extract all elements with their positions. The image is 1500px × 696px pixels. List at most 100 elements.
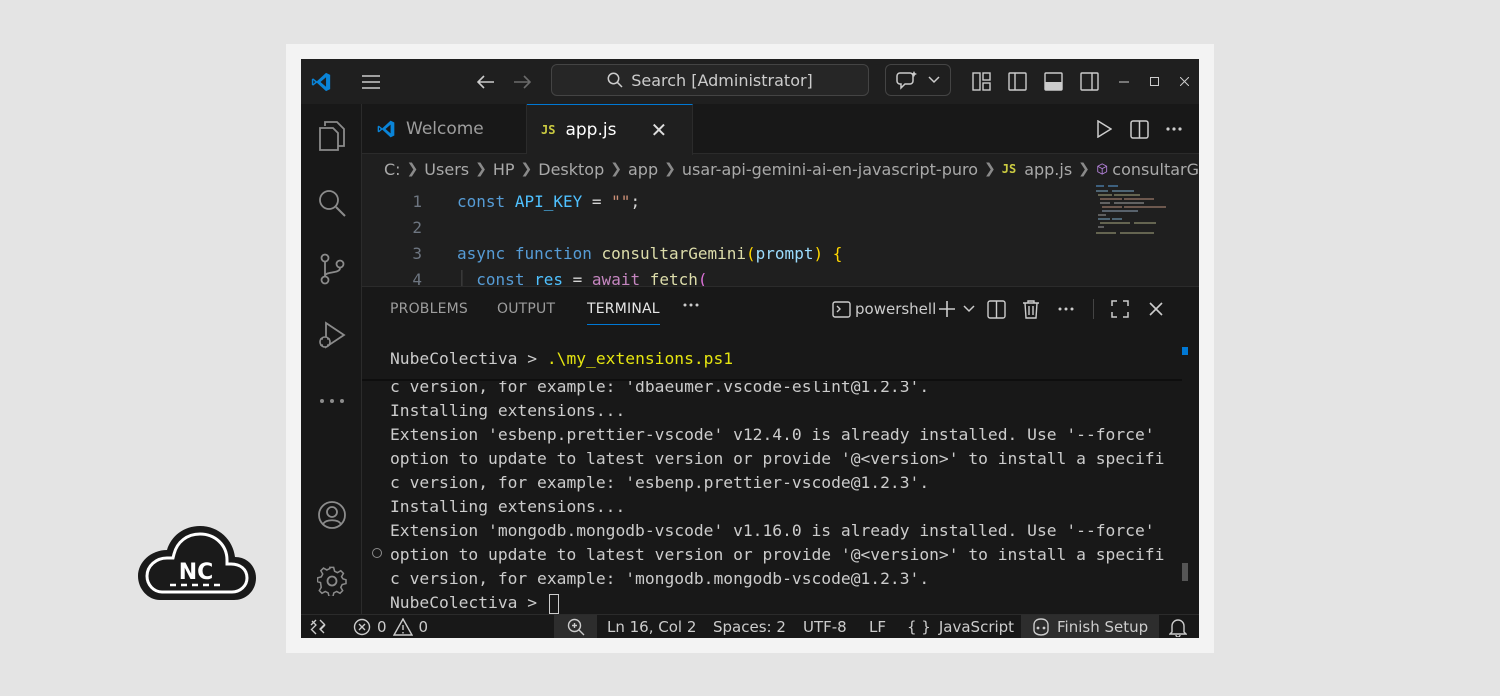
minimize-icon[interactable] — [1115, 59, 1133, 104]
code-editor[interactable]: 1 const API_KEY = ""; 2 3 async function… — [362, 184, 1199, 286]
terminal-scroll-marker — [1182, 347, 1188, 355]
forward-arrow-icon[interactable] — [509, 59, 535, 104]
source-control-icon[interactable] — [301, 244, 362, 294]
line-number: 1 — [412, 191, 422, 211]
breadcrumb-item[interactable]: C: — [384, 160, 401, 179]
terminal-icon — [827, 287, 855, 331]
javascript-file-icon: JS — [1001, 162, 1017, 176]
language-label: JavaScript — [938, 618, 1015, 636]
run-icon[interactable] — [1096, 120, 1113, 138]
chevron-down-icon — [928, 76, 940, 84]
cursor-position[interactable]: Ln 16, Col 2 — [607, 615, 696, 638]
code-line: 2 — [362, 214, 1092, 240]
vscode-window: Search [Administrator] Welcome JS app.js… — [301, 59, 1199, 638]
breadcrumb-item[interactable]: HP — [493, 160, 515, 179]
command-decoration-icon[interactable] — [372, 548, 382, 558]
settings-gear-icon[interactable] — [301, 556, 362, 606]
nubecolectiva-logo-icon: NC — [138, 526, 256, 600]
run-and-debug-icon[interactable] — [301, 310, 362, 360]
menu-icon[interactable] — [357, 59, 385, 104]
more-views-icon[interactable] — [301, 376, 362, 426]
zoom-icon[interactable] — [554, 615, 597, 638]
terminal-output[interactable]: NubeColectiva > .\my_extensions.ps1 c ve… — [390, 347, 1180, 614]
terminal-line: Installing extensions... — [390, 497, 626, 516]
breadcrumb-item[interactable]: usar-api-gemini-ai-en-javascript-puro — [682, 160, 978, 179]
breadcrumb-item[interactable]: Users — [424, 160, 469, 179]
split-terminal-icon[interactable] — [979, 287, 1013, 331]
close-window-icon[interactable] — [1175, 59, 1193, 104]
sticky-scroll-prompt: NubeColectiva > .\my_extensions.ps1 — [390, 349, 734, 368]
tab-welcome[interactable]: Welcome — [362, 104, 527, 154]
terminal-current-prompt: NubeColectiva > — [390, 591, 559, 615]
code-text: const API_KEY = ""; — [457, 191, 641, 211]
back-arrow-icon[interactable] — [473, 59, 499, 104]
split-editor-icon[interactable] — [1129, 119, 1149, 139]
chevron-down-icon[interactable] — [959, 287, 979, 331]
finish-setup-button[interactable]: Finish Setup — [1021, 615, 1159, 638]
new-terminal-icon[interactable] — [935, 287, 959, 331]
line-number: 4 — [412, 269, 422, 287]
encoding-status[interactable]: UTF-8 — [803, 615, 847, 638]
terminal-shell-name[interactable]: powershell — [855, 287, 936, 331]
activity-bar — [301, 104, 362, 614]
chevron-right-icon: ❯ — [406, 161, 419, 177]
search-icon[interactable] — [301, 178, 362, 228]
more-actions-icon[interactable] — [1166, 127, 1182, 131]
breadcrumb-item[interactable]: consultarG — [1112, 160, 1199, 179]
divider — [1083, 287, 1103, 331]
code-line: 1 const API_KEY = ""; — [362, 188, 1092, 214]
problems-status[interactable]: 0 0 — [353, 615, 428, 638]
command-center-search[interactable]: Search [Administrator] — [551, 64, 869, 96]
toggle-primary-sidebar-icon[interactable] — [1005, 59, 1029, 104]
breadcrumb-item[interactable]: Desktop — [538, 160, 604, 179]
chevron-right-icon: ❯ — [475, 161, 487, 177]
close-tab-icon[interactable]: ✕ — [650, 118, 667, 142]
more-actions-icon[interactable] — [1049, 287, 1083, 331]
breadcrumb-item[interactable]: app.js — [1024, 160, 1072, 179]
function-symbol-icon — [1097, 163, 1108, 175]
tab-problems[interactable]: PROBLEMS — [390, 287, 468, 331]
vscode-logo-icon — [307, 59, 335, 104]
maximize-icon[interactable] — [1145, 59, 1163, 104]
terminal-line: option to update to latest version or pr… — [390, 545, 1165, 564]
toggle-secondary-sidebar-icon[interactable] — [1077, 59, 1101, 104]
explorer-icon[interactable] — [301, 111, 362, 161]
trash-icon[interactable] — [1013, 287, 1049, 331]
bottom-panel: PROBLEMS OUTPUT TERMINAL powershell Nube… — [362, 286, 1199, 614]
tab-output[interactable]: OUTPUT — [497, 287, 555, 331]
notifications-bell-icon[interactable] — [1169, 615, 1187, 638]
terminal-line: c version, for example: 'mongodb.mongodb… — [390, 569, 930, 588]
indentation-status[interactable]: Spaces: 2 — [713, 615, 786, 638]
language-mode[interactable]: { } JavaScript — [907, 615, 1014, 638]
warning-icon — [392, 618, 413, 636]
toggle-panel-icon[interactable] — [1041, 59, 1065, 104]
breadcrumb-item[interactable]: app — [628, 160, 658, 179]
line-number: 2 — [412, 217, 422, 237]
tab-app-js[interactable]: JS app.js ✕ — [527, 104, 693, 155]
terminal-line: option to update to latest version or pr… — [390, 449, 1165, 468]
remote-indicator-icon[interactable] — [309, 615, 327, 638]
chevron-right-icon: ❯ — [664, 161, 676, 177]
terminal-line: c version, for example: 'esbenp.prettier… — [390, 473, 930, 492]
javascript-file-icon: JS — [541, 123, 556, 137]
logo-text: NC — [179, 560, 214, 585]
maximize-panel-icon[interactable] — [1103, 287, 1137, 331]
warning-count: 0 — [418, 618, 429, 636]
accounts-icon[interactable] — [301, 490, 362, 540]
copilot-button[interactable] — [885, 64, 951, 96]
terminal-line: Extension 'mongodb.mongodb-vscode' v1.16… — [390, 521, 1155, 540]
tab-terminal[interactable]: TERMINAL — [587, 287, 660, 331]
chevron-right-icon: ❯ — [610, 161, 622, 177]
search-icon — [607, 72, 623, 88]
terminal-scrollbar[interactable] — [1182, 563, 1188, 581]
eol-status[interactable]: LF — [869, 615, 886, 638]
close-panel-icon[interactable] — [1137, 287, 1175, 331]
customize-layout-icon[interactable] — [969, 59, 993, 104]
error-count: 0 — [377, 618, 387, 636]
language-braces-icon: { } — [907, 618, 931, 636]
more-panel-views-icon[interactable] — [683, 283, 699, 327]
error-icon — [353, 618, 371, 636]
terminal-line: Installing extensions... — [390, 401, 626, 420]
tab-label: app.js — [565, 120, 617, 140]
copilot-chat-icon — [896, 71, 917, 90]
